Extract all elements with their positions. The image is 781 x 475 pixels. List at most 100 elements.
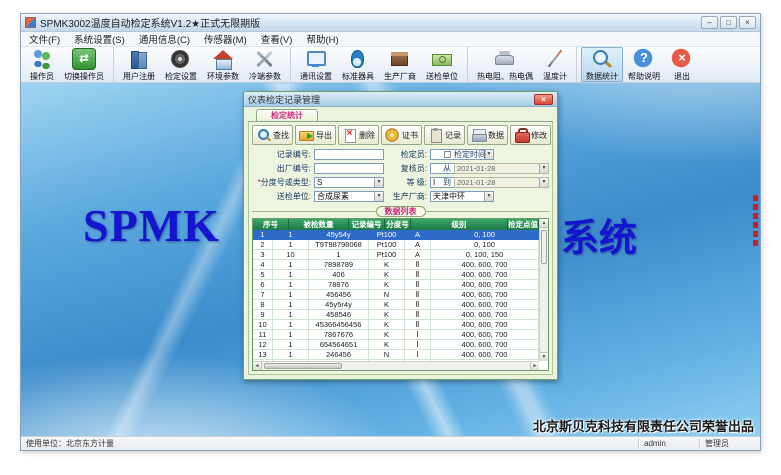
table-row[interactable]: 3 10 1 Pt100 A 0, 100, 150 — [253, 250, 539, 260]
column-header[interactable]: 记录编号 — [349, 219, 385, 230]
maximize-button[interactable]: □ — [720, 16, 737, 29]
toolbar-button[interactable]: 数据统计 — [581, 47, 623, 82]
factory-number-label: 出厂编号: — [252, 163, 314, 174]
table-row[interactable]: 12 1 654564651 K Ⅰ 400, 600, 700 — [253, 340, 539, 350]
standard-instrument-icon — [346, 48, 370, 70]
dropdown-arrow-icon[interactable]: ▼ — [539, 164, 548, 173]
toolbar-button[interactable]: 标准器具 — [337, 47, 379, 82]
toolbar-button[interactable]: 切换操作员 — [59, 47, 109, 82]
scroll-up-icon[interactable]: ▲ — [540, 219, 548, 228]
vertical-scroll-thumb[interactable] — [541, 230, 547, 264]
dialog-toolbar: 查找 导出 删除 — [252, 125, 549, 145]
menu-item[interactable]: 传感器(M) — [204, 32, 247, 46]
toolbar-button[interactable]: 冷端参数 — [244, 47, 286, 82]
date-from-select[interactable]: 2021-01-28 ▼ — [454, 163, 549, 174]
menu-item[interactable]: 系统设置(S) — [74, 32, 125, 46]
cell-index: 9 — [253, 310, 273, 319]
toolbar-button-label: 热电阻、热电偶 — [477, 71, 533, 82]
dialog-toolbar-button[interactable]: 修改 — [510, 125, 551, 145]
column-header[interactable]: 级别 — [411, 219, 508, 230]
dialog-toolbar-button[interactable]: 导出 — [295, 125, 336, 145]
find-icon — [256, 128, 271, 142]
send-unit-select[interactable]: 合成尿素 ▼ — [314, 191, 384, 202]
toolbar-button[interactable]: 生产厂商 — [379, 47, 421, 82]
cell-grade: Ⅱ — [405, 300, 431, 309]
dropdown-arrow-icon[interactable]: ▼ — [374, 192, 383, 201]
table-row[interactable]: 9 1 458546 K Ⅱ 400, 600, 700 — [253, 310, 539, 320]
table-row[interactable]: 8 1 45y5r4y K Ⅱ 400, 600, 700 — [253, 300, 539, 310]
graduation-type-select[interactable]: S ▼ — [314, 177, 384, 188]
cell-grade: Ⅰ — [405, 340, 431, 349]
toolbar-button[interactable]: 帮助说明 — [623, 47, 665, 82]
scroll-left-icon[interactable]: ◄ — [253, 362, 262, 370]
vertical-scrollbar[interactable]: ▲ ▼ — [539, 219, 548, 361]
table-row[interactable]: 10 1 45366456456 K Ⅱ 400, 600, 700 — [253, 320, 539, 330]
toolbar-button[interactable]: 退出 — [665, 47, 699, 82]
data-list-divider: 数据列表 — [252, 206, 549, 216]
horizontal-scroll-thumb[interactable] — [264, 363, 342, 369]
table-row[interactable]: 13 1 246456 N Ⅰ 400, 600, 700 — [253, 350, 539, 360]
dialog-toolbar-button[interactable]: 证书 — [381, 125, 422, 145]
toolbar-button[interactable]: 用户注册 — [118, 47, 160, 82]
dialog-close-button[interactable]: × — [534, 94, 553, 105]
cell-index: 6 — [253, 280, 273, 289]
cell-quantity: 1 — [273, 340, 309, 349]
cell-verify-points: 400, 600, 700 — [431, 310, 539, 319]
minimize-button[interactable]: – — [701, 16, 718, 29]
dropdown-arrow-icon[interactable]: ▼ — [539, 178, 548, 187]
records-table: 序号被检数量记录编号分度号级别检定点值 1 1 45y54y Pt100 — [252, 218, 549, 371]
dropdown-arrow-icon[interactable]: ▼ — [374, 178, 383, 187]
menu-item[interactable]: 查看(V) — [261, 32, 293, 46]
cell-index: 2 — [253, 240, 273, 249]
cell-record-number: 7867676 — [309, 330, 369, 339]
usage-unit-label: 使用单位：北京东方计量 — [24, 438, 635, 449]
toolbar-button[interactable]: 环境参数 — [202, 47, 244, 82]
table-row[interactable]: 2 1 T9T98798068 Pt100 A 0, 100 — [253, 240, 539, 250]
dialog-toolbar-button[interactable]: 数据 — [467, 125, 508, 145]
toolbar-button[interactable]: 送检单位 — [421, 47, 463, 82]
date-to-select[interactable]: 2021-01-28 ▼ — [454, 177, 549, 188]
cell-index: 10 — [253, 320, 273, 329]
dropdown-arrow-icon[interactable]: ▼ — [484, 192, 493, 201]
manufacturer-select[interactable]: 天津中环 ▼ — [430, 191, 494, 202]
column-header[interactable]: 分度号 — [385, 219, 411, 230]
column-header[interactable]: 被检数量 — [289, 219, 349, 230]
desktop: SPMK3002温度自动检定系统V1.2★正式无限期版 – □ × 文件(F)系… — [0, 0, 781, 475]
cell-graduation: K — [369, 320, 405, 329]
column-header[interactable]: 序号 — [253, 219, 289, 230]
dialog-toolbar-button[interactable]: 查找 — [252, 125, 293, 145]
menu-item[interactable]: 通用信息(C) — [139, 32, 190, 46]
toolbar-button-label: 帮助说明 — [628, 71, 660, 82]
main-toolbar: 操作员 切换操作员 用户注册 — [21, 47, 760, 83]
close-button[interactable]: × — [739, 16, 756, 29]
toolbar-button[interactable]: 热电阻、热电偶 — [472, 47, 538, 82]
tab-verification-statistics[interactable]: 检定统计 — [256, 109, 318, 121]
scroll-down-icon[interactable]: ▼ — [540, 352, 548, 361]
menu-item[interactable]: 帮助(H) — [306, 32, 338, 46]
cell-verify-points: 400, 600, 700 — [431, 340, 539, 349]
table-row[interactable]: 11 1 7867676 K Ⅰ 400, 600, 700 — [253, 330, 539, 340]
factory-number-input[interactable] — [314, 163, 384, 174]
toolbar-button[interactable]: 通讯设置 — [295, 47, 337, 82]
table-row[interactable]: 4 1 7898789 K Ⅱ 400, 600, 700 — [253, 260, 539, 270]
dialog-toolbar-button-label: 修改 — [531, 130, 547, 141]
dialog-toolbar-button[interactable]: 删除 — [338, 125, 379, 145]
dialog-toolbar-button[interactable]: 记录 — [424, 125, 465, 145]
scroll-right-icon[interactable]: ► — [530, 362, 539, 370]
menu-item[interactable]: 文件(F) — [29, 32, 60, 46]
verify-time-checkbox[interactable] — [444, 151, 451, 158]
toolbar-button[interactable]: 操作员 — [25, 47, 59, 82]
toolbar-button[interactable]: 温度计 — [538, 47, 572, 82]
export-icon — [299, 131, 314, 141]
record-number-input[interactable] — [314, 149, 384, 160]
horizontal-scrollbar[interactable]: ◄ ► — [253, 361, 539, 370]
table-row[interactable]: 5 1 406 K Ⅱ 400, 600, 700 — [253, 270, 539, 280]
switch-operator-icon — [72, 48, 96, 70]
toolbar-button[interactable]: 检定设置 — [160, 47, 202, 82]
toolbar-button-label: 切换操作员 — [64, 71, 104, 82]
table-row[interactable]: 6 1 78876 K Ⅱ 400, 600, 700 — [253, 280, 539, 290]
dialog-tabstrip: 检定统计 — [248, 109, 553, 122]
table-row[interactable]: 1 1 45y54y Pt100 A 0, 100 — [253, 230, 539, 240]
table-row[interactable]: 7 1 456456 N Ⅱ 400, 600, 700 — [253, 290, 539, 300]
column-header[interactable]: 检定点值 — [508, 219, 539, 230]
